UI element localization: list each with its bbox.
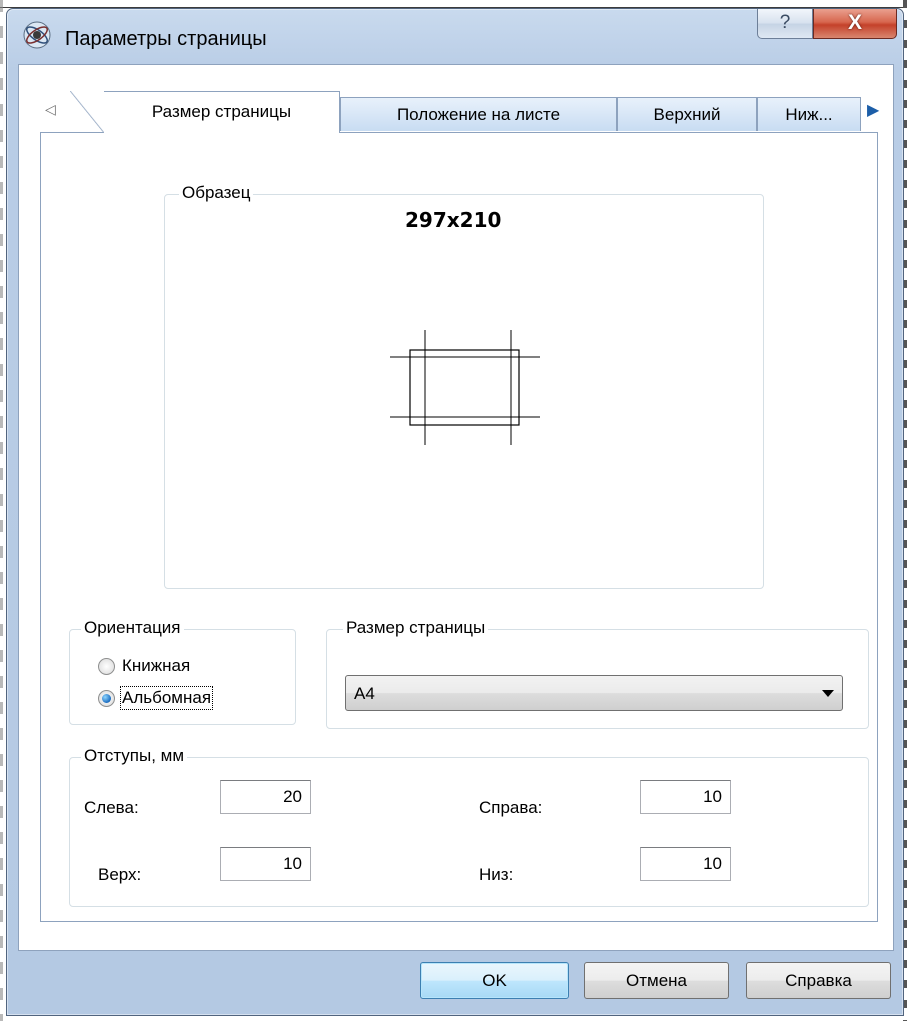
sample-group-label: Образец — [179, 183, 254, 203]
orientation-group-label: Ориентация — [81, 618, 184, 638]
radio-landscape-button[interactable] — [98, 689, 115, 707]
margins-group: Отступы, мм Слева: 20 Справа: 10 Верх: 1… — [69, 746, 869, 907]
page-size-group: Размер страницы A4 — [326, 618, 869, 729]
margin-top-input[interactable]: 10 — [220, 847, 311, 881]
radio-portrait-label: Книжная — [122, 656, 191, 675]
page-size-select-value: A4 — [354, 684, 375, 703]
tab-header[interactable]: Верхний — [617, 97, 757, 131]
radio-portrait-button[interactable] — [98, 657, 115, 675]
page-setup-dialog: Параметры страницы ? X ◁ Размер страницы… — [6, 8, 904, 1016]
close-button[interactable]: X — [813, 9, 897, 39]
background-dash-left — [0, 0, 3, 1021]
help-button[interactable]: Справка — [746, 962, 891, 999]
margin-bottom-label: Низ: — [479, 865, 514, 884]
margin-left-input[interactable]: 20 — [220, 780, 311, 814]
chevron-down-icon[interactable] — [822, 690, 834, 697]
tab-strip: ◁ Размер страницы Положение на листе Вер… — [19, 65, 893, 133]
dialog-client-area: ◁ Размер страницы Положение на листе Вер… — [18, 64, 894, 951]
page-size-group-label: Размер страницы — [343, 618, 489, 638]
margin-right-input[interactable]: 10 — [640, 780, 731, 814]
help-title-button[interactable]: ? — [757, 9, 813, 39]
tab-label: Ниж... — [785, 105, 833, 124]
tab-panel-page-size: Образец 297x210 Ориентация Книжная Альбо… — [40, 132, 878, 922]
cancel-button[interactable]: Отмена — [584, 962, 729, 999]
tab-page-size[interactable]: Размер страницы — [70, 91, 340, 133]
margin-right-label: Справа: — [479, 798, 543, 817]
margin-top-label: Верх: — [98, 865, 142, 884]
app-icon — [23, 21, 51, 49]
sample-group: Образец 297x210 — [164, 183, 764, 589]
page-size-select[interactable]: A4 — [345, 675, 843, 711]
margins-group-label: Отступы, мм — [81, 746, 188, 766]
tab-label: Верхний — [653, 105, 721, 124]
orientation-group: Ориентация Книжная Альбомная — [69, 618, 296, 725]
tab-scroll-left-icon[interactable]: ◁ — [45, 101, 56, 118]
window-title: Параметры страницы — [65, 28, 267, 50]
tab-label: Размер страницы — [151, 102, 292, 121]
tab-label: Положение на листе — [396, 105, 561, 124]
radio-portrait[interactable]: Книжная — [98, 656, 190, 676]
radio-landscape[interactable]: Альбомная — [98, 686, 214, 710]
tab-position-on-sheet[interactable]: Положение на листе — [340, 97, 617, 131]
radio-landscape-label: Альбомная — [119, 686, 214, 710]
margin-bottom-input[interactable]: 10 — [640, 847, 731, 881]
ok-button[interactable]: OK — [420, 962, 569, 999]
page-preview-graphic — [390, 330, 540, 445]
sample-dimensions: 297x210 — [405, 208, 502, 232]
tab-scroll-right-icon[interactable]: ▶ — [867, 100, 879, 120]
tab-footer[interactable]: Ниж... — [757, 97, 861, 131]
margin-left-label: Слева: — [84, 798, 139, 817]
